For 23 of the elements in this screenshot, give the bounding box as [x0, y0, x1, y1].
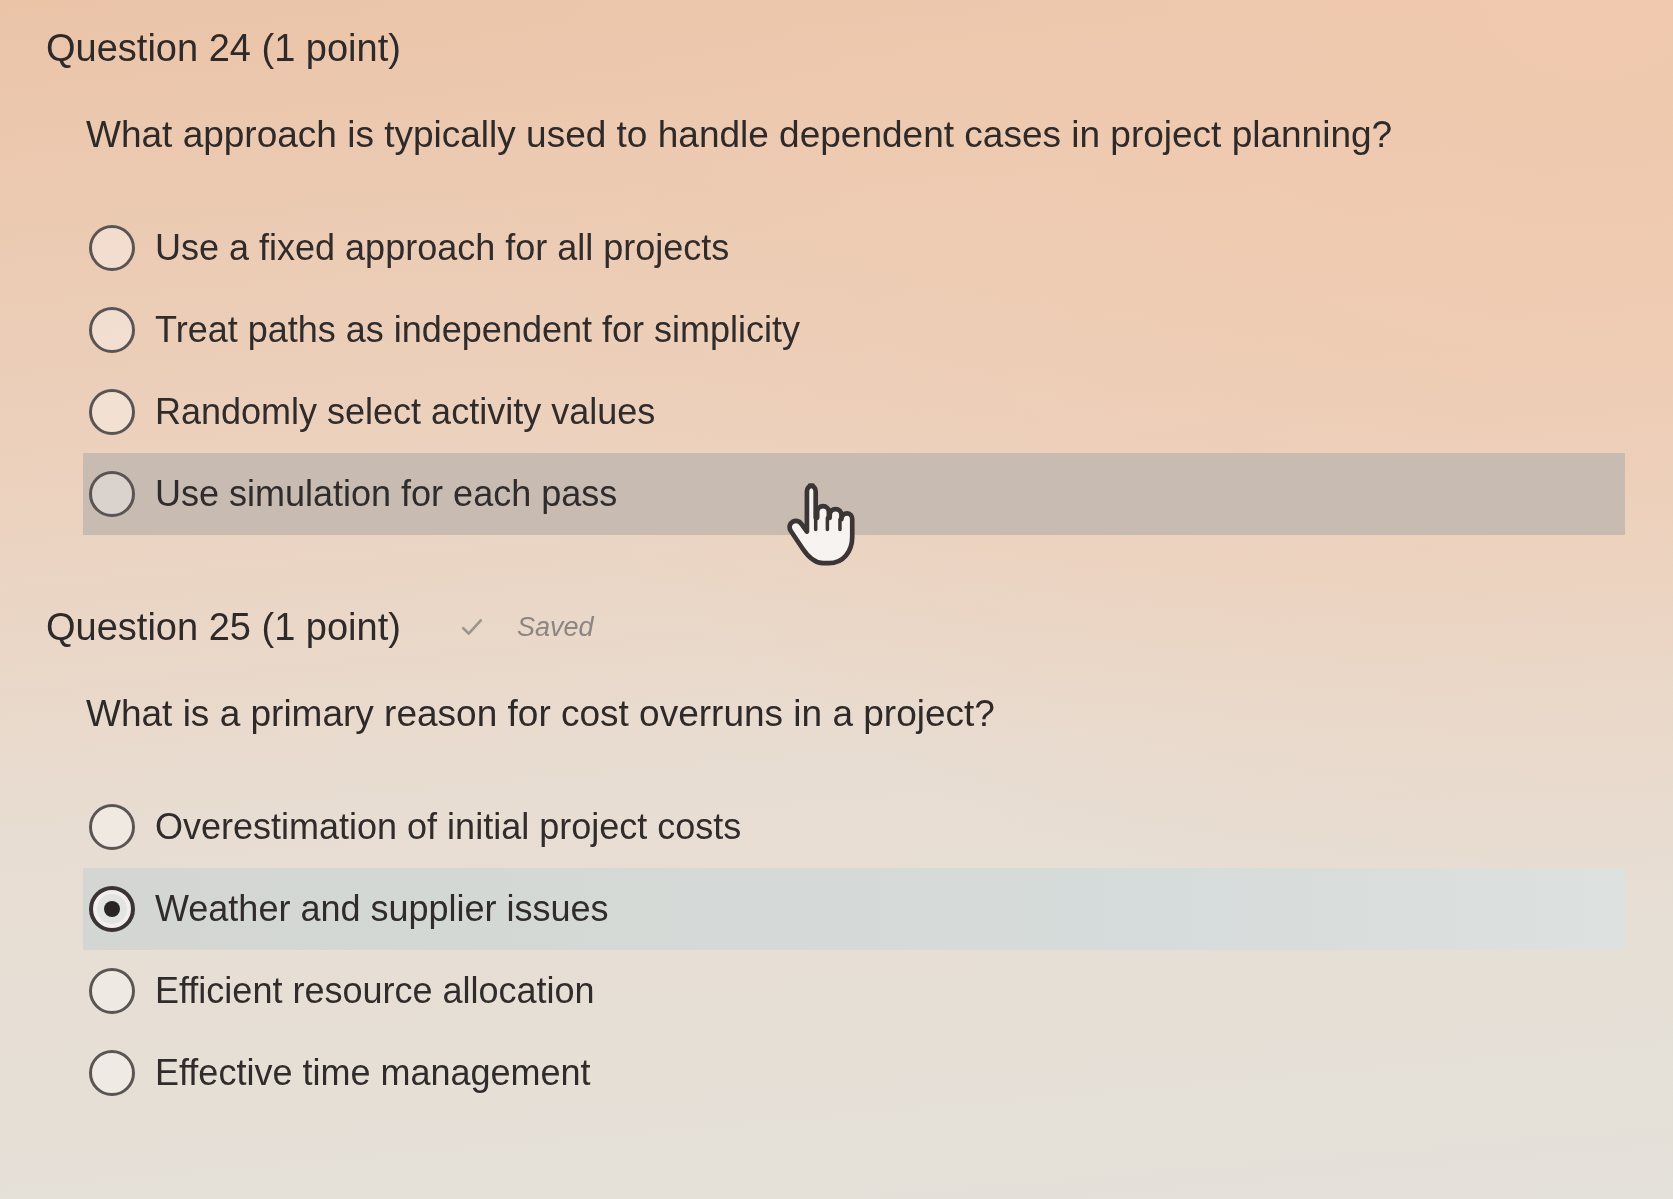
radio-button[interactable]: [89, 225, 135, 271]
question-text: What is a primary reason for cost overruns in a project?: [86, 692, 996, 736]
question-title: Question 25 (1 point): [46, 605, 401, 650]
option-label[interactable]: Efficient resource allocation: [155, 969, 595, 1013]
radio-button[interactable]: [89, 886, 135, 932]
check-icon: [460, 618, 483, 636]
radio-button[interactable]: [89, 307, 135, 353]
radio-button[interactable]: [89, 1050, 135, 1096]
radio-button[interactable]: [89, 968, 135, 1014]
option-label[interactable]: Weather and supplier issues: [155, 887, 609, 931]
option-label[interactable]: Use simulation for each pass: [155, 472, 618, 516]
selected-answer-row[interactable]: Weather and supplier issues: [83, 868, 1625, 950]
question-text: What approach is typically used to handle dependent cases in project planning?: [86, 113, 1394, 157]
radio-button[interactable]: [89, 389, 135, 435]
question-title: Question 24 (1 point): [46, 26, 401, 71]
option-label[interactable]: Randomly select activity values: [155, 390, 656, 434]
radio-button[interactable]: [89, 471, 135, 517]
option-label[interactable]: Treat paths as independent for simplicity: [155, 308, 800, 352]
radio-button[interactable]: [89, 804, 135, 850]
option-label[interactable]: Overestimation of initial project costs: [155, 805, 742, 849]
option-label[interactable]: Use a fixed approach for all projects: [155, 226, 730, 270]
option-label[interactable]: Effective time management: [155, 1051, 591, 1095]
saved-status: Saved: [516, 611, 594, 643]
